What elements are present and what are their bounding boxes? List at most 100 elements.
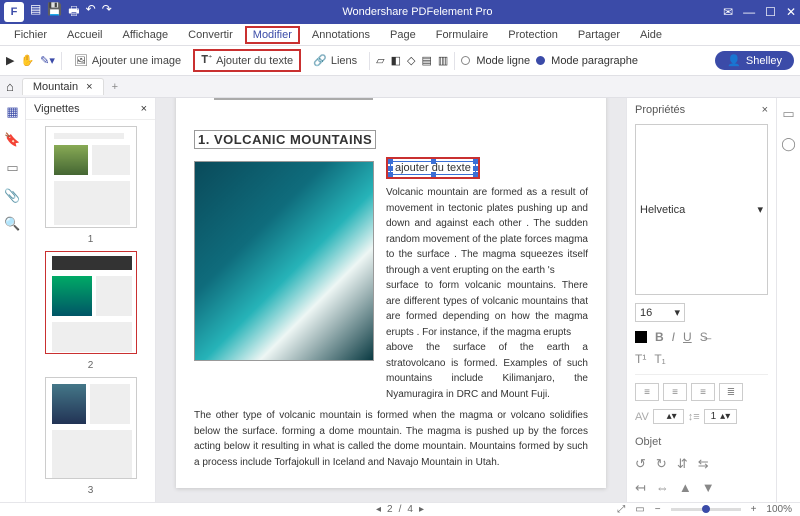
thumbnail[interactable] [45, 126, 137, 228]
zoom-out-icon[interactable]: − [655, 504, 661, 515]
tab-home-icon[interactable]: ⌂ [6, 79, 14, 94]
underline-icon[interactable]: U [683, 330, 692, 344]
hand-tool-icon[interactable]: ✋ [20, 54, 34, 67]
links-button[interactable]: 🔗Liens [307, 51, 363, 70]
crop-icon[interactable]: ▱ [376, 54, 384, 67]
fit-page-icon[interactable]: ▭ [635, 504, 644, 515]
menu-convertir[interactable]: Convertir [180, 26, 241, 44]
fit-width-icon[interactable]: ⤢ [617, 504, 625, 515]
body-text[interactable]: Volcanic mountain are formed as a result… [386, 185, 588, 278]
save-icon[interactable]: 💾 [47, 2, 62, 23]
add-image-button[interactable]: 🖼Ajouter une image [68, 51, 187, 70]
flip-vertical-icon[interactable]: ⇵ [677, 456, 688, 472]
distribute-icon[interactable]: ⇔ [656, 480, 669, 496]
add-text-highlight: ajouter du texte [386, 157, 480, 179]
send-back-icon[interactable]: ▼ [702, 480, 715, 496]
redo-icon[interactable]: ↷ [102, 2, 112, 23]
toolbar: ▶ ✋ ✎▾ 🖼Ajouter une image 𝐓⁺Ajouter du t… [0, 46, 800, 76]
menu-affichage[interactable]: Affichage [114, 26, 176, 44]
title-bar: F ▤ 💾 🖶 ↶ ↷ Wondershare PDFelement Pro ✉… [0, 0, 800, 24]
document-tab[interactable]: Mountain × [22, 78, 104, 95]
properties-panel: Propriétés × Helvetica▾ 16▾ B I U S̶ T¹ … [626, 98, 776, 502]
align-objects-left-icon[interactable]: ↤ [635, 480, 646, 496]
mode-line-radio[interactable] [461, 56, 470, 65]
strikethrough-icon[interactable]: S̶ [700, 330, 708, 344]
page-next-icon[interactable]: ▸ [419, 504, 424, 515]
mail-icon[interactable]: ✉ [723, 5, 733, 19]
menu-protection[interactable]: Protection [500, 26, 566, 44]
zoom-value[interactable]: 100% [766, 504, 792, 515]
menu-modifier[interactable]: Modifier [245, 26, 300, 44]
edit-tool-icon[interactable]: ✎▾ [40, 54, 55, 67]
text-color-swatch[interactable] [635, 331, 647, 343]
text-insertion-box[interactable]: ajouter du texte [390, 161, 476, 175]
close-icon[interactable]: ✕ [786, 5, 796, 19]
thumbnails-close-icon[interactable]: × [141, 103, 147, 115]
thumbnail[interactable] [45, 377, 137, 479]
search-icon[interactable]: 🔍 [4, 216, 20, 232]
menu-bar: Fichier Accueil Affichage Convertir Modi… [0, 24, 800, 46]
rectangle-tool-icon[interactable]: ▭ [782, 106, 794, 122]
line-spacing-input[interactable]: 1▴▾ [704, 409, 738, 424]
menu-fichier[interactable]: Fichier [6, 26, 55, 44]
mode-paragraph-radio[interactable] [536, 56, 545, 65]
zoom-slider[interactable] [671, 508, 741, 511]
body-text[interactable]: surface to form volcanic mountains. Ther… [386, 278, 588, 340]
document-tabs: ⌂ Mountain × + [0, 76, 800, 98]
bookmarks-icon[interactable]: 🔖 [4, 132, 20, 148]
bates-icon[interactable]: ▥ [438, 54, 448, 67]
align-right-icon[interactable]: ≡ [691, 383, 715, 401]
undo-icon[interactable]: ↶ [86, 2, 96, 23]
comments-icon[interactable]: ▭ [6, 160, 18, 176]
article-image[interactable] [194, 161, 374, 361]
menu-page[interactable]: Page [382, 26, 424, 44]
user-pill[interactable]: 👤Shelley [715, 51, 794, 70]
section-heading[interactable]: 1. VOLCANIC MOUNTAINS [194, 130, 376, 149]
char-spacing-input[interactable]: ▴▾ [653, 409, 684, 424]
attachments-icon[interactable]: 📎 [4, 188, 20, 204]
align-center-icon[interactable]: ≡ [663, 383, 687, 401]
italic-icon[interactable]: I [672, 330, 675, 344]
page-current[interactable]: 2 [387, 504, 393, 515]
open-icon[interactable]: ▤ [30, 2, 41, 23]
align-left-icon[interactable]: ≡ [635, 383, 659, 401]
page-prev-icon[interactable]: ◂ [376, 504, 381, 515]
background-icon[interactable]: ◇ [407, 54, 415, 67]
thumbnails-title: Vignettes [34, 103, 80, 115]
superscript-icon[interactable]: T¹ [635, 352, 646, 366]
watermark-icon[interactable]: ◧ [391, 54, 401, 67]
print-icon[interactable]: 🖶 [68, 2, 79, 23]
rotate-left-icon[interactable]: ↺ [635, 456, 646, 472]
tab-close-icon[interactable]: × [86, 81, 92, 93]
font-size-select[interactable]: 16▾ [635, 303, 685, 322]
rotate-right-icon[interactable]: ↻ [656, 456, 667, 472]
add-text-button[interactable]: 𝐓⁺Ajouter du texte [193, 49, 301, 72]
maximize-icon[interactable]: ☐ [765, 5, 776, 19]
minimize-icon[interactable]: — [743, 5, 755, 19]
tab-add-icon[interactable]: + [112, 81, 118, 93]
user-icon: 👤 [727, 54, 741, 67]
menu-aide[interactable]: Aide [632, 26, 670, 44]
thumbnail[interactable] [45, 251, 137, 353]
menu-annotations[interactable]: Annotations [304, 26, 378, 44]
menu-formulaire[interactable]: Formulaire [428, 26, 497, 44]
flip-horizontal-icon[interactable]: ⇆ [698, 456, 709, 472]
properties-title: Propriétés [635, 104, 685, 116]
font-family-select[interactable]: Helvetica▾ [635, 124, 768, 295]
quick-access: ▤ 💾 🖶 ↶ ↷ [30, 2, 112, 23]
subscript-icon[interactable]: T₁ [654, 352, 665, 366]
body-text[interactable]: above the surface of the earth a stratov… [386, 340, 588, 402]
header-footer-icon[interactable]: ▤ [422, 54, 432, 67]
zoom-in-icon[interactable]: + [751, 504, 757, 515]
menu-accueil[interactable]: Accueil [59, 26, 110, 44]
document-viewport[interactable]: ARE THEY FORMED 1. VOLCANIC MOUNTAINS aj… [156, 98, 626, 502]
body-text[interactable]: The other type of volcanic mountain is f… [194, 408, 588, 470]
properties-close-icon[interactable]: × [762, 104, 768, 116]
menu-partager[interactable]: Partager [570, 26, 628, 44]
bring-front-icon[interactable]: ▲ [679, 480, 692, 496]
thumbnails-icon[interactable]: ▦ [6, 104, 18, 120]
circle-tool-icon[interactable]: ◯ [781, 136, 796, 152]
select-tool-icon[interactable]: ▶ [6, 54, 14, 67]
bold-icon[interactable]: B [655, 330, 664, 344]
align-justify-icon[interactable]: ≣ [719, 383, 743, 401]
